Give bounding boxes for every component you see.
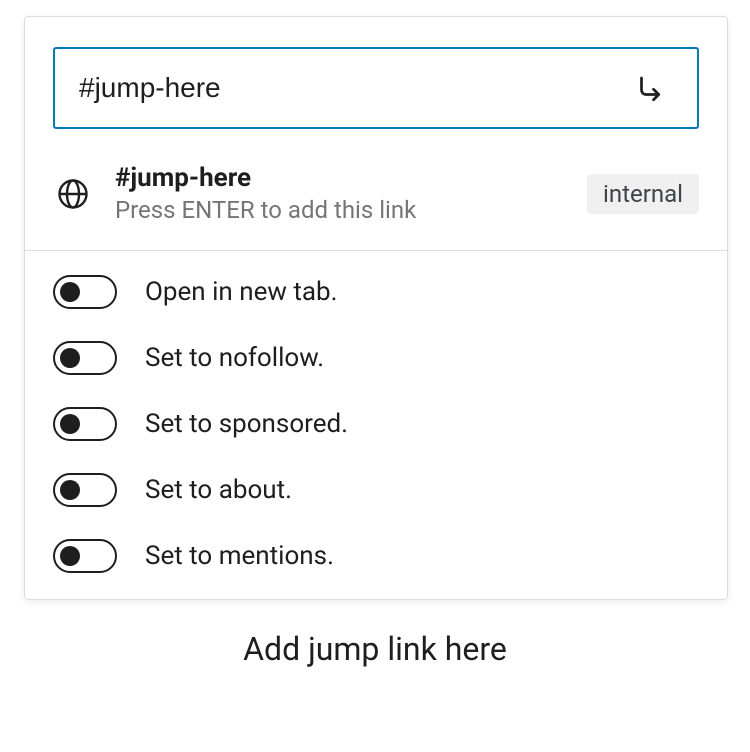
toggle-label: Set to sponsored. <box>145 409 348 439</box>
link-input-section <box>25 17 727 151</box>
toggle-knob <box>60 414 80 434</box>
toggle-label: Set to nofollow. <box>145 343 324 373</box>
link-type-badge: internal <box>587 174 699 214</box>
toggle-nofollow-switch[interactable] <box>53 341 117 375</box>
link-popover: #jump-here Press ENTER to add this link … <box>24 16 728 600</box>
url-input[interactable] <box>55 49 621 127</box>
toggle-sponsored: Set to sponsored. <box>53 407 699 441</box>
toggle-knob <box>60 546 80 566</box>
url-input-wrapper <box>53 47 699 129</box>
toggle-about-switch[interactable] <box>53 473 117 507</box>
toggle-knob <box>60 480 80 500</box>
submit-link-button[interactable] <box>621 60 677 116</box>
toggle-mentions: Set to mentions. <box>53 539 699 573</box>
toggle-new-tab-switch[interactable] <box>53 275 117 309</box>
toggle-mentions-switch[interactable] <box>53 539 117 573</box>
toggle-sponsored-switch[interactable] <box>53 407 117 441</box>
suggestion-text: #jump-here Press ENTER to add this link <box>115 163 565 224</box>
suggestion-title: #jump-here <box>115 163 565 193</box>
toggle-label: Set to mentions. <box>145 541 334 571</box>
suggestion-hint: Press ENTER to add this link <box>115 196 565 224</box>
enter-icon <box>631 69 667 108</box>
toggle-knob <box>60 348 80 368</box>
toggle-nofollow: Set to nofollow. <box>53 341 699 375</box>
link-options: Open in new tab. Set to nofollow. Set to… <box>25 251 727 599</box>
toggle-about: Set to about. <box>53 473 699 507</box>
toggle-knob <box>60 282 80 302</box>
toggle-new-tab: Open in new tab. <box>53 275 699 309</box>
globe-icon <box>53 174 93 214</box>
toggle-label: Set to about. <box>145 475 292 505</box>
toggle-label: Open in new tab. <box>145 277 337 307</box>
caption-text: Add jump link here <box>0 630 750 668</box>
link-suggestion[interactable]: #jump-here Press ENTER to add this link … <box>25 151 727 250</box>
